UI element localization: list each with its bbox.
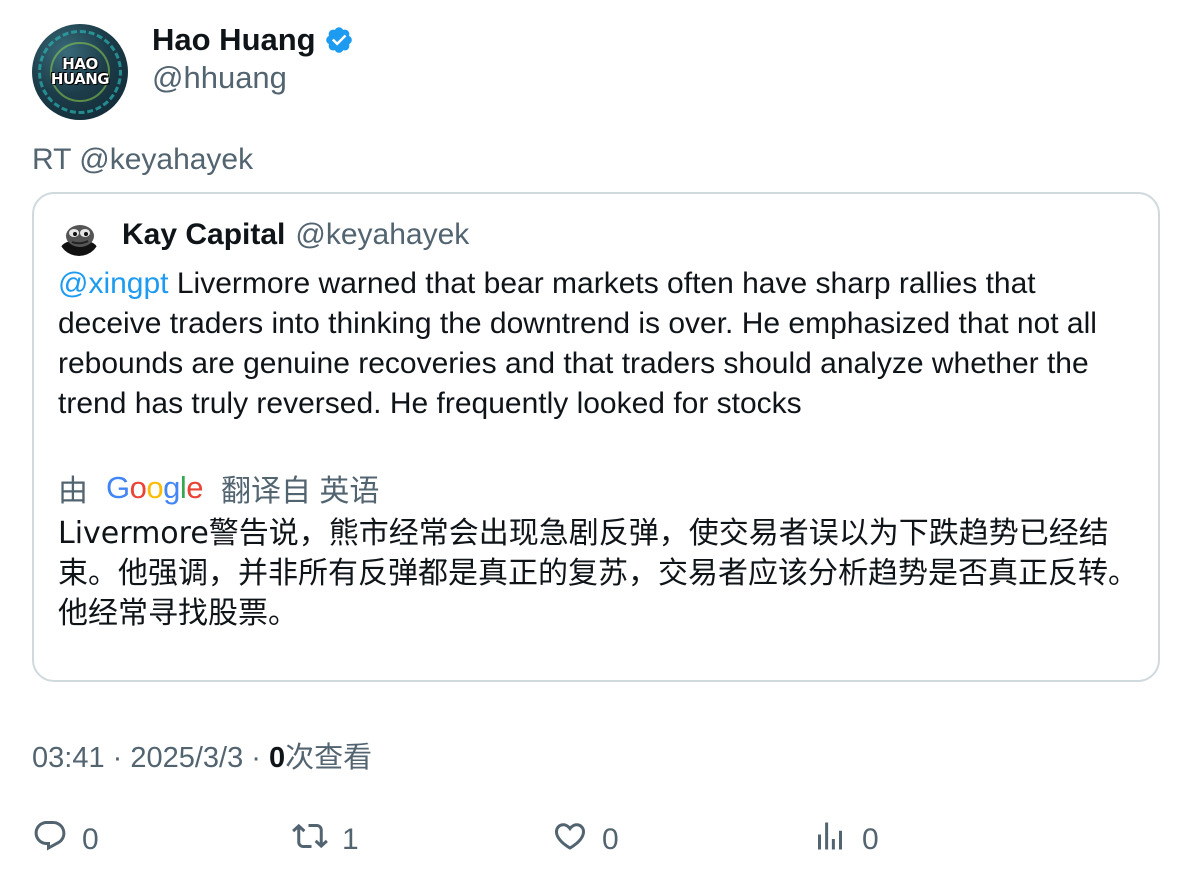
quoted-author-display-name[interactable]: Kay Capital bbox=[122, 218, 285, 252]
like-button[interactable]: 0 bbox=[552, 818, 619, 862]
views-action-count: 0 bbox=[862, 823, 879, 856]
views-count: 0 bbox=[269, 742, 286, 774]
retweet-text: RT @keyahayek bbox=[32, 143, 254, 176]
bar-chart-icon bbox=[812, 818, 848, 862]
google-letter: e bbox=[186, 470, 204, 505]
reply-count: 0 bbox=[82, 823, 99, 856]
avatar-text-line2: HUANG bbox=[50, 70, 110, 88]
author-display-name[interactable]: Hao Huang bbox=[152, 22, 316, 58]
views-label: 次查看 bbox=[285, 742, 373, 774]
google-logo: Google bbox=[106, 470, 204, 506]
reply-icon bbox=[32, 818, 68, 862]
translated-text: Livermore警告说，熊市经常会出现急剧反弹，使交易者误以为下跌趋势已经结束… bbox=[58, 516, 1138, 631]
google-letter: o bbox=[146, 470, 164, 505]
translate-suffix: 翻译自 英语 bbox=[221, 475, 380, 508]
quoted-tweet-card[interactable]: Kay Capital @keyahayek @xingpt Livermore… bbox=[32, 192, 1160, 682]
author-names: Hao Huang @hhuang bbox=[152, 22, 354, 120]
display-name-row: Hao Huang bbox=[152, 22, 354, 58]
like-count: 0 bbox=[602, 823, 619, 856]
verified-badge-icon bbox=[324, 25, 354, 55]
google-letter: o bbox=[129, 470, 147, 505]
retweet-count: 1 bbox=[342, 823, 359, 856]
meta-separator: · bbox=[243, 742, 270, 774]
views-button[interactable]: 0 bbox=[812, 818, 879, 862]
tweet-meta: 03:41 · 2025/3/3 · 0次查看 bbox=[32, 734, 372, 776]
quoted-author-handle[interactable]: @keyahayek bbox=[295, 218, 469, 252]
retweet-button[interactable]: 1 bbox=[292, 818, 359, 862]
avatar-logo-text: HAO HUANG bbox=[50, 57, 110, 88]
mention-link[interactable]: @xingpt bbox=[58, 267, 169, 300]
quoted-tweet-body: Livermore warned that bear markets often… bbox=[58, 267, 1097, 420]
quoted-tweet-header: Kay Capital @keyahayek bbox=[58, 214, 469, 256]
reply-button[interactable]: 0 bbox=[32, 818, 99, 862]
tweet-time[interactable]: 03:41 bbox=[32, 742, 105, 774]
google-letter: G bbox=[106, 470, 130, 505]
google-letter: g bbox=[163, 470, 180, 505]
action-bar: 0 1 0 0 bbox=[32, 818, 1162, 862]
tweet-date[interactable]: 2025/3/3 bbox=[130, 742, 243, 774]
meta-separator: · bbox=[104, 742, 131, 774]
retweet-icon bbox=[292, 818, 328, 862]
heart-icon bbox=[552, 818, 588, 862]
author-avatar[interactable]: HAO HUANG bbox=[32, 24, 128, 120]
quoted-tweet-text: @xingpt Livermore warned that bear marke… bbox=[58, 264, 1138, 424]
translate-prefix: 由 bbox=[58, 475, 88, 508]
author-handle[interactable]: @hhuang bbox=[152, 60, 354, 96]
quoted-author-avatar[interactable] bbox=[58, 214, 100, 256]
tweet-header: HAO HUANG Hao Huang @hhuang bbox=[32, 22, 354, 120]
translation-attribution: 由 Google 翻译自 英语 bbox=[58, 466, 379, 510]
